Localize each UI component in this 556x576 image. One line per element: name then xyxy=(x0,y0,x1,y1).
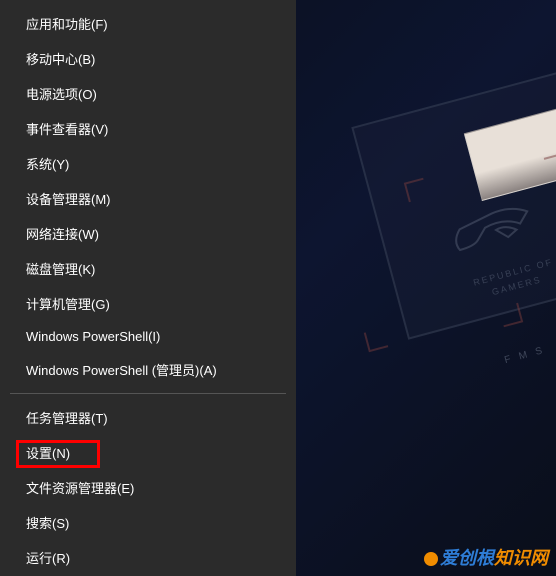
menu-item-powershell-admin[interactable]: Windows PowerShell (管理员)(A) xyxy=(0,352,296,387)
menu-item-computer-management[interactable]: 计算机管理(G) xyxy=(0,286,296,321)
menu-item-system[interactable]: 系统(Y) xyxy=(0,146,296,181)
watermark-text-2: 知识网 xyxy=(494,548,548,568)
menu-item-mobility-center[interactable]: 移动中心(B) xyxy=(0,41,296,76)
menu-item-settings[interactable]: 设置(N) xyxy=(0,435,296,470)
menu-item-disk-management[interactable]: 磁盘管理(K) xyxy=(0,251,296,286)
watermark-dot-icon xyxy=(424,552,438,566)
menu-separator xyxy=(10,393,286,394)
menu-item-task-manager[interactable]: 任务管理器(T) xyxy=(0,400,296,435)
menu-item-event-viewer[interactable]: 事件查看器(V) xyxy=(0,111,296,146)
menu-item-power-options[interactable]: 电源选项(O) xyxy=(0,76,296,111)
bg-bracket-corner xyxy=(364,328,388,352)
menu-item-powershell[interactable]: Windows PowerShell(I) xyxy=(0,321,296,352)
menu-item-network-connections[interactable]: 网络连接(W) xyxy=(0,216,296,251)
menu-item-run[interactable]: 运行(R) xyxy=(0,540,296,575)
menu-item-device-manager[interactable]: 设备管理器(M) xyxy=(0,181,296,216)
winx-context-menu: 应用和功能(F) 移动中心(B) 电源选项(O) 事件查看器(V) 系统(Y) … xyxy=(0,0,296,576)
menu-item-search[interactable]: 搜索(S) xyxy=(0,505,296,540)
watermark: 爱创根知识网 xyxy=(424,544,548,570)
menu-item-apps-features[interactable]: 应用和功能(F) xyxy=(0,6,296,41)
bg-side-label: F M S xyxy=(504,345,547,366)
watermark-text-1: 爱创根 xyxy=(440,548,494,568)
menu-item-file-explorer[interactable]: 文件资源管理器(E) xyxy=(0,470,296,505)
